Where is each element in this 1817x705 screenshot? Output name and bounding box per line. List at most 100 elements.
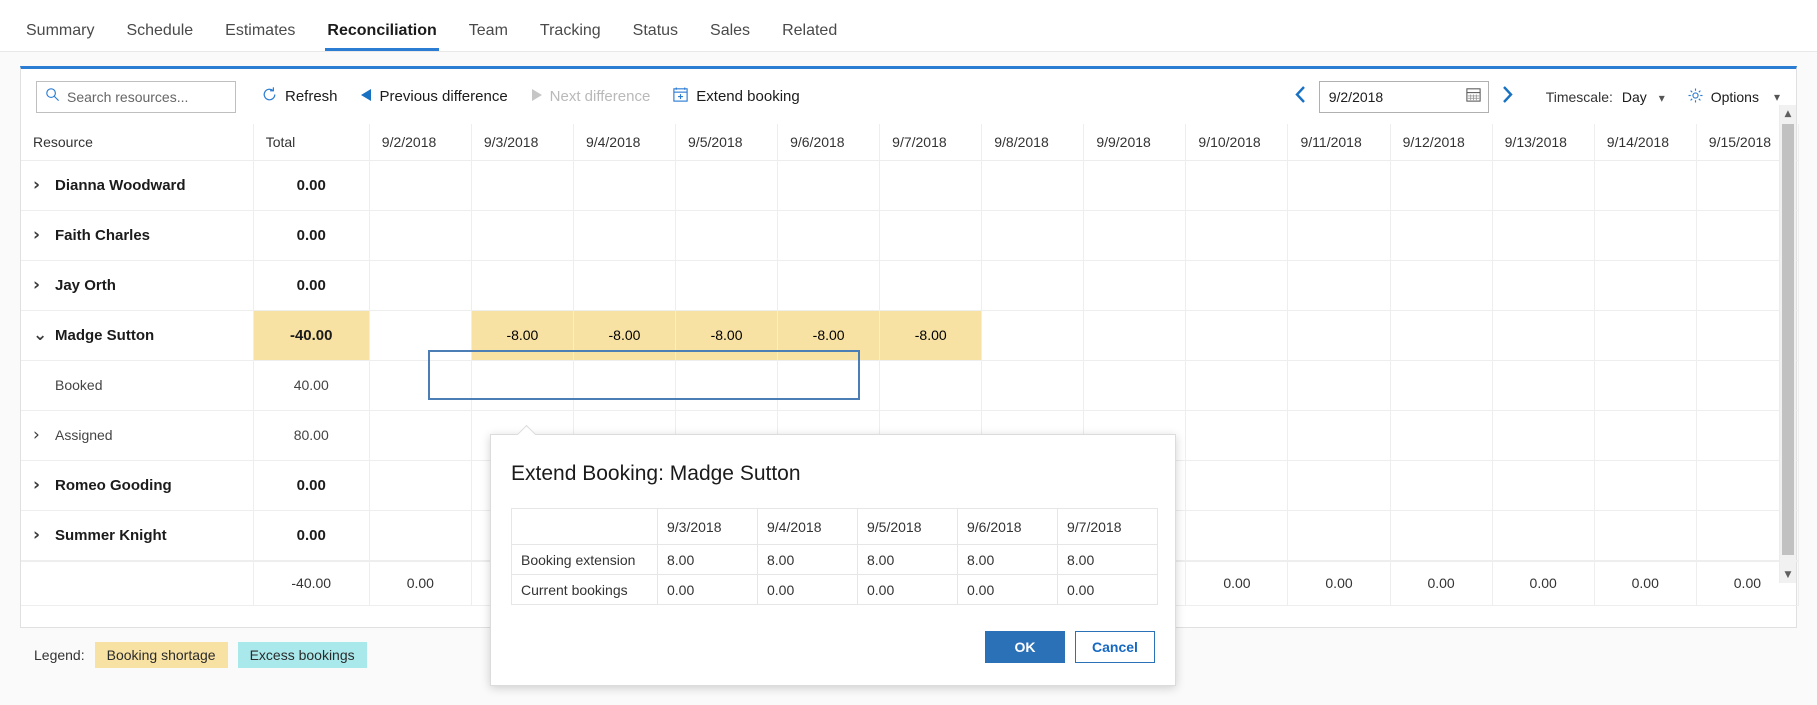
chevron-right-icon[interactable]: › [33, 275, 55, 295]
day-cell[interactable] [879, 159, 983, 211]
grid-column-header[interactable]: Total [253, 124, 370, 161]
ok-button[interactable]: OK [985, 631, 1065, 663]
grid-column-header[interactable]: 9/5/2018 [675, 124, 779, 161]
calendar-icon[interactable] [1465, 86, 1482, 108]
day-cell[interactable] [1492, 459, 1595, 511]
scrollbar-thumb[interactable] [1782, 124, 1794, 555]
day-cell[interactable] [1287, 259, 1391, 311]
day-cell[interactable] [1083, 259, 1187, 311]
grid-column-header[interactable]: 9/3/2018 [471, 124, 574, 161]
day-cell[interactable] [369, 159, 472, 211]
day-cell[interactable] [1287, 359, 1391, 411]
day-cell[interactable] [777, 259, 881, 311]
day-cell[interactable] [573, 259, 677, 311]
total-cell[interactable]: 0.00 [253, 509, 370, 561]
day-cell[interactable] [1287, 159, 1391, 211]
dialog-value-cell[interactable]: 8.00 [1057, 544, 1158, 575]
dialog-value-cell[interactable]: 0.00 [857, 574, 958, 605]
resource-name-cell[interactable]: › Dianna Woodward [21, 159, 254, 211]
day-cell[interactable] [1287, 409, 1391, 461]
day-cell[interactable] [777, 209, 881, 261]
date-picker-input[interactable]: 9/2/2018 [1318, 80, 1489, 113]
grid-vertical-scrollbar[interactable]: ▲ ▼ [1779, 105, 1796, 583]
table-row[interactable]: Booked 40.00 [21, 359, 1800, 411]
dialog-value-cell[interactable]: 0.00 [957, 574, 1058, 605]
day-cell[interactable] [471, 259, 574, 311]
total-cell[interactable]: 0.00 [253, 259, 370, 311]
day-cell[interactable] [1083, 359, 1187, 411]
grid-column-header[interactable]: 9/10/2018 [1185, 124, 1289, 161]
chevron-right-icon[interactable]: › [33, 175, 55, 195]
total-cell[interactable]: 0.00 [253, 209, 370, 261]
day-cell[interactable] [675, 359, 779, 411]
options-dropdown[interactable]: Options ▾ [1687, 87, 1780, 107]
day-cell[interactable] [1594, 509, 1697, 561]
day-cell[interactable]: -8.00 [777, 309, 881, 361]
day-cell[interactable]: -8.00 [471, 309, 574, 361]
total-cell[interactable]: 0.00 [253, 159, 370, 211]
tab-reconciliation[interactable]: Reconciliation [311, 22, 452, 51]
grid-column-header[interactable]: 9/6/2018 [777, 124, 881, 161]
day-cell[interactable] [1185, 509, 1289, 561]
tab-team[interactable]: Team [453, 22, 524, 51]
previous-difference-button[interactable]: Previous difference [349, 80, 519, 114]
resource-name-cell[interactable]: › Faith Charles [21, 209, 254, 261]
day-cell[interactable] [1492, 309, 1595, 361]
day-cell[interactable] [1594, 459, 1697, 511]
next-period-button[interactable] [1489, 85, 1526, 109]
day-cell[interactable] [1083, 159, 1187, 211]
day-cell[interactable] [675, 259, 779, 311]
day-cell[interactable] [573, 159, 677, 211]
chevron-down-icon[interactable]: ⌄ [33, 325, 55, 345]
timescale-dropdown[interactable]: Day ▾ [1622, 89, 1665, 105]
day-cell[interactable] [1185, 409, 1289, 461]
chevron-right-icon[interactable]: › [33, 425, 55, 445]
tab-summary[interactable]: Summary [10, 22, 110, 51]
day-cell[interactable] [369, 409, 472, 461]
day-cell[interactable] [471, 159, 574, 211]
day-cell[interactable] [369, 259, 472, 311]
tab-related[interactable]: Related [766, 22, 853, 51]
day-cell[interactable] [573, 359, 677, 411]
day-cell[interactable] [1083, 209, 1187, 261]
day-cell[interactable] [1185, 309, 1289, 361]
grid-column-header[interactable]: 9/4/2018 [573, 124, 677, 161]
grid-column-header[interactable]: 9/12/2018 [1390, 124, 1493, 161]
day-cell[interactable] [1185, 359, 1289, 411]
total-cell[interactable]: -40.00 [253, 309, 370, 361]
dialog-value-cell[interactable]: 8.00 [957, 544, 1058, 575]
day-cell[interactable] [1390, 309, 1493, 361]
day-cell[interactable] [1287, 509, 1391, 561]
day-cell[interactable] [1287, 459, 1391, 511]
day-cell[interactable] [1594, 409, 1697, 461]
day-cell[interactable] [369, 509, 472, 561]
day-cell[interactable] [981, 359, 1085, 411]
day-cell[interactable] [879, 259, 983, 311]
grid-column-header[interactable]: 9/7/2018 [879, 124, 983, 161]
day-cell[interactable] [1594, 209, 1697, 261]
search-input[interactable]: Search resources... [36, 80, 236, 113]
grid-column-header[interactable]: 9/11/2018 [1287, 124, 1391, 161]
chevron-right-icon[interactable]: › [33, 525, 55, 545]
tab-tracking[interactable]: Tracking [524, 22, 617, 51]
dialog-value-cell[interactable]: 0.00 [657, 574, 758, 605]
grid-column-header[interactable]: 9/13/2018 [1492, 124, 1595, 161]
day-cell[interactable] [1492, 359, 1595, 411]
day-cell[interactable] [1185, 259, 1289, 311]
day-cell[interactable]: -8.00 [879, 309, 983, 361]
table-row[interactable]: › Jay Orth 0.00 [21, 259, 1800, 311]
day-cell[interactable] [1594, 159, 1697, 211]
day-cell[interactable] [1185, 209, 1289, 261]
day-cell[interactable] [1287, 209, 1391, 261]
dialog-value-cell[interactable]: 0.00 [757, 574, 858, 605]
day-cell[interactable] [1390, 259, 1493, 311]
day-cell[interactable] [369, 359, 472, 411]
day-cell[interactable] [777, 159, 881, 211]
grid-column-header[interactable]: 9/8/2018 [981, 124, 1085, 161]
day-cell[interactable]: -8.00 [573, 309, 677, 361]
day-cell[interactable] [675, 209, 779, 261]
day-cell[interactable]: -8.00 [675, 309, 779, 361]
resource-name-cell[interactable]: › Summer Knight [21, 509, 254, 561]
day-cell[interactable] [675, 159, 779, 211]
day-cell[interactable] [369, 459, 472, 511]
